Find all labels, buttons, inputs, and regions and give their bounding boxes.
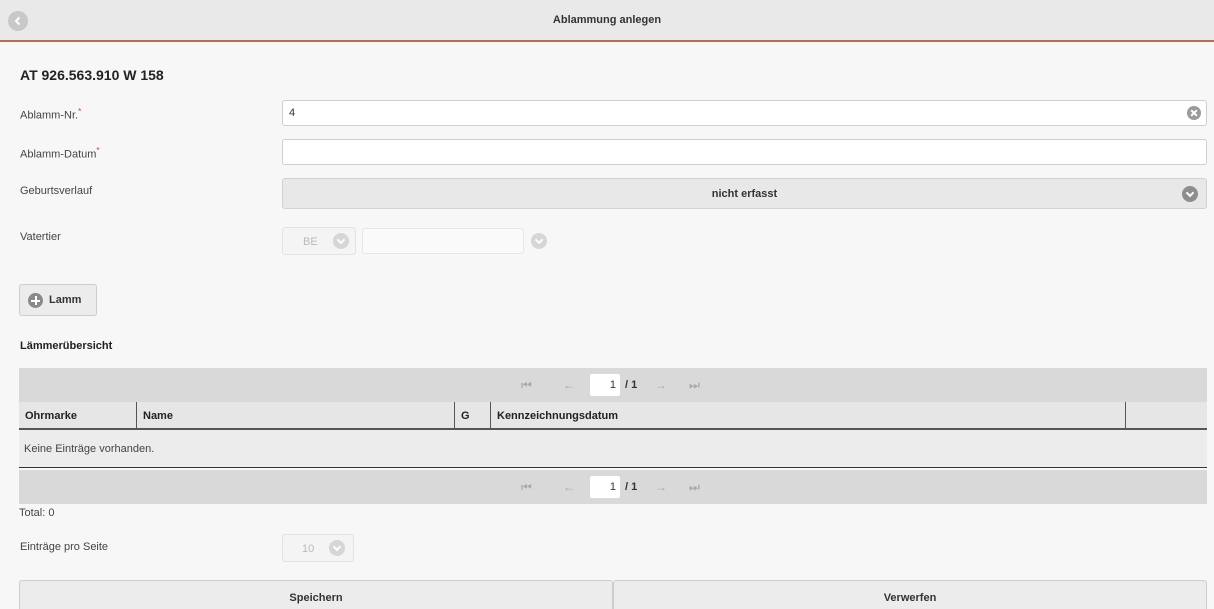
required-marker: * — [96, 146, 100, 155]
page-input[interactable]: 1 — [590, 476, 620, 498]
title-bar: Ablammung anlegen — [0, 0, 1214, 42]
discard-label: Verwerfen — [883, 592, 937, 604]
per-page-select[interactable]: 10 — [282, 534, 354, 562]
last-page-icon[interactable]: ⏭ — [689, 480, 700, 495]
page-input[interactable]: 1 — [590, 374, 620, 396]
per-page-label: Einträge pro Seite — [20, 541, 109, 553]
next-page-icon[interactable]: → — [655, 378, 667, 392]
page-total: / 1 — [625, 481, 638, 493]
total-count: Total: 0 — [19, 507, 55, 519]
column-header[interactable]: Kennzeichnungsdatum — [491, 402, 1126, 428]
column-header[interactable]: Ohrmarke — [19, 402, 137, 428]
chevron-down-icon[interactable] — [531, 233, 547, 249]
add-lamb-label: Lamm — [49, 294, 82, 306]
column-header — [1126, 402, 1207, 428]
chevron-down-icon — [1182, 186, 1198, 202]
ablamm-datum-label: Ablamm-Datum* — [20, 146, 100, 161]
table-empty-row: Keine Einträge vorhanden. — [19, 430, 1207, 468]
ablamm-nr-value: 4 — [289, 107, 296, 119]
ablamm-nr-label: Ablamm-Nr.* — [20, 107, 82, 122]
vatertier-label: Vatertier — [20, 231, 61, 243]
plus-circle-icon — [28, 293, 43, 308]
column-header[interactable]: G — [455, 402, 491, 428]
chevron-down-icon — [329, 540, 345, 556]
vatertier-number-input[interactable] — [362, 228, 524, 254]
empty-message: Keine Einträge vorhanden. — [24, 443, 155, 455]
vatertier-country-value: BE — [303, 236, 318, 248]
geburtsverlauf-value: nicht erfasst — [711, 188, 778, 200]
geburtsverlauf-label: Geburtsverlauf — [20, 185, 93, 197]
save-button[interactable]: Speichern — [19, 580, 613, 609]
vatertier-country-select[interactable]: BE — [282, 227, 356, 255]
page-total: / 1 — [625, 379, 638, 391]
animal-id: AT 926.563.910 W 158 — [20, 67, 164, 83]
next-page-icon[interactable]: → — [655, 480, 667, 494]
ablamm-datum-input[interactable] — [282, 139, 1207, 165]
required-marker: * — [78, 107, 82, 116]
first-page-icon[interactable]: ⏮ — [521, 378, 532, 393]
ablamm-nr-input[interactable]: 4 — [282, 100, 1207, 126]
section-title: Lämmerübersicht — [20, 340, 113, 352]
column-header[interactable]: Name — [137, 402, 455, 428]
page-title: Ablammung anlegen — [552, 14, 662, 26]
pager-top: ⏮ ← 1 / 1 → ⏭ — [19, 368, 1207, 402]
clear-icon[interactable] — [1187, 106, 1201, 120]
per-page-value: 10 — [302, 543, 315, 555]
first-page-icon[interactable]: ⏮ — [521, 480, 532, 495]
table-header: Ohrmarke Name G Kennzeichnungsdatum — [19, 402, 1207, 430]
prev-page-icon[interactable]: ← — [563, 480, 575, 494]
pager-bottom: ⏮ ← 1 / 1 → ⏭ — [19, 470, 1207, 504]
chevron-down-icon — [333, 233, 349, 249]
geburtsverlauf-select[interactable]: nicht erfasst — [282, 178, 1207, 209]
add-lamb-button[interactable]: Lamm — [19, 284, 97, 316]
save-label: Speichern — [289, 592, 343, 604]
last-page-icon[interactable]: ⏭ — [689, 378, 700, 393]
discard-button[interactable]: Verwerfen — [613, 580, 1207, 609]
prev-page-icon[interactable]: ← — [563, 378, 575, 392]
